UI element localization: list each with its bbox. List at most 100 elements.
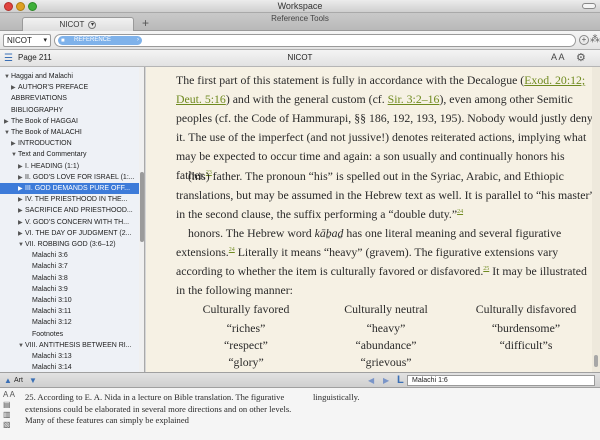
toc-item[interactable]: ▼Text and Commentary xyxy=(0,149,139,160)
chevron-down-icon[interactable]: ▼ xyxy=(29,376,37,385)
scripture-link-sirach[interactable]: Sir. 3:2–16 xyxy=(388,92,440,106)
reference-chip-label: REFERENCE xyxy=(74,37,112,43)
scripture-link-exodus[interactable]: Exod. 20:12; xyxy=(524,73,585,87)
disclosure-open-icon[interactable]: ▼ xyxy=(11,150,18,160)
toc-item[interactable]: ▼VIII. ANTITHESIS BETWEEN RI... xyxy=(0,340,139,351)
gear-icon[interactable]: ⚙ xyxy=(576,51,586,64)
toc-item[interactable]: ▶ II. GOD'S LOVE FOR ISRAEL (1:... xyxy=(0,172,139,183)
scripture-link-deuteronomy[interactable]: Deut. 5:16 xyxy=(176,92,226,106)
toc-item[interactable]: ▶ IV. THE PRIESTHOOD IN THE... xyxy=(0,194,139,205)
toc-item[interactable]: ▼Haggai and Malachi xyxy=(0,71,139,82)
table-cell: “grievous” xyxy=(360,355,412,369)
note-icon[interactable]: ▧ xyxy=(3,420,17,430)
toc-item[interactable]: Malachi 3:10 xyxy=(0,295,139,306)
toc-item[interactable]: ABBREVIATIONS xyxy=(0,93,139,104)
toc-item[interactable]: ▶ AUTHOR'S PREFACE xyxy=(0,82,139,93)
reference-chip[interactable]: ■ REFERENCE › xyxy=(58,36,142,45)
bottom-toolbar: ▲ Art ▼ ◀ ▶ L Malachi 1:6 xyxy=(0,372,600,388)
reference-input[interactable]: ■ REFERENCE › xyxy=(54,34,576,47)
toc-item[interactable]: BIBLIOGRAPHY xyxy=(0,105,139,116)
link-set-icon[interactable]: ⁂ xyxy=(590,34,600,45)
resource-select[interactable]: NICOT ▾ xyxy=(3,34,51,47)
toc-item[interactable]: Malachi 3:9 xyxy=(0,284,139,295)
paragraph-2: (his) father. The pronoun “his” is spell… xyxy=(176,167,596,224)
verse-field[interactable]: Malachi 1:6 xyxy=(407,375,595,386)
toc-item[interactable]: Malachi 3:7 xyxy=(0,261,139,272)
forward-arrow-icon[interactable]: ▶ xyxy=(383,376,389,385)
toc-item-label: Malachi 3:8 xyxy=(32,274,68,282)
toc-item[interactable]: Malachi 3:11 xyxy=(0,306,139,317)
toc-item-label: BIBLIOGRAPHY xyxy=(11,106,64,114)
add-tab-button[interactable]: + xyxy=(142,17,149,29)
disclosure-open-icon[interactable]: ▼ xyxy=(4,128,11,138)
toc-item[interactable]: ▶ III. GOD DEMANDS PURE OFF... xyxy=(0,183,139,194)
toc-item[interactable]: Malachi 3:6 xyxy=(0,250,139,261)
toc-item[interactable]: Malachi 3:14 xyxy=(0,362,139,372)
toc-item[interactable]: Footnotes xyxy=(0,329,139,340)
disclosure-closed-icon[interactable]: ▶ xyxy=(11,83,18,93)
toc-item[interactable]: ▼VII. ROBBING GOD (3:6–12) xyxy=(0,239,139,250)
disclosure-closed-icon[interactable]: ▶ xyxy=(18,173,25,183)
toc-item[interactable]: ▶ V. GOD'S CONCERN WITH TH... xyxy=(0,217,139,228)
font-size-button[interactable]: A A xyxy=(551,52,565,62)
reading-scrollbar[interactable] xyxy=(592,67,600,372)
disclosure-closed-icon[interactable]: ▶ xyxy=(11,139,18,149)
toc-item-label: The Book of MALACHI xyxy=(11,129,82,136)
print-icon[interactable]: ▤ xyxy=(3,400,17,410)
tab-label: NICOT xyxy=(59,20,85,29)
toc-item[interactable]: ▶ INTRODUCTION xyxy=(0,138,139,149)
panel-header: ☰ Page 211 NICOT A A ⚙ xyxy=(0,50,600,67)
disclosure-closed-icon[interactable]: ▶ xyxy=(4,117,11,127)
go-arrow-icon[interactable]: › xyxy=(137,36,139,45)
art-filter-label[interactable]: Art xyxy=(14,377,23,384)
add-reference-button[interactable]: + xyxy=(579,35,589,45)
toc-item-label: Footnotes xyxy=(32,330,64,338)
paragraph-text: honors. The Hebrew word xyxy=(188,226,315,240)
toc-item[interactable]: Malachi 3:13 xyxy=(0,351,139,362)
toc-item[interactable]: Malachi 3:12 xyxy=(0,317,139,328)
reading-pane: The first part of this statement is full… xyxy=(146,67,600,372)
paragraph-text: ) and with the general custom (cf. xyxy=(225,92,388,106)
toc-item-label: VI. THE DAY OF JUDGMENT (2... xyxy=(25,229,132,237)
book-icon: ■ xyxy=(61,38,65,44)
disclosure-open-icon[interactable]: ▼ xyxy=(4,72,11,82)
toc-item-label: VII. ROBBING GOD (3:6–12) xyxy=(25,241,116,248)
toc-item[interactable]: ▶ I. HEADING (1:1) xyxy=(0,161,139,172)
disclosure-closed-icon[interactable]: ▶ xyxy=(18,206,25,216)
toc-item[interactable]: Malachi 3:8 xyxy=(0,273,139,284)
disclosure-closed-icon[interactable]: ▶ xyxy=(18,218,25,228)
chevron-down-icon: ▾ xyxy=(43,37,47,44)
copy-icon[interactable]: ▥ xyxy=(3,410,17,420)
disclosure-closed-icon[interactable]: ▶ xyxy=(18,162,25,172)
toc-item-label: V. GOD'S CONCERN WITH TH... xyxy=(25,218,130,226)
toc-item[interactable]: ▶ VI. THE DAY OF JUDGMENT (2... xyxy=(0,228,139,239)
disclosure-open-icon[interactable]: ▼ xyxy=(18,240,25,250)
sidebar-scroll-thumb[interactable] xyxy=(140,172,144,242)
sidebar-scrollbar[interactable] xyxy=(139,67,144,372)
link-set-icon[interactable]: L xyxy=(397,374,404,386)
chevron-up-icon[interactable]: ▲ xyxy=(4,376,12,385)
toc-item-label: Text and Commentary xyxy=(18,151,87,159)
tab-strip: Reference Tools NICOT ▾ + xyxy=(0,13,600,31)
toc-item-label: SACRIFICE AND PRIESTHOOD... xyxy=(25,207,133,215)
toc-item[interactable]: ▶ SACRIFICE AND PRIESTHOOD... xyxy=(0,205,139,216)
paragraph-3: honors. The Hebrew word kāḇaḏ has one li… xyxy=(176,224,596,300)
disclosure-open-icon[interactable]: ▼ xyxy=(18,341,25,351)
back-arrow-icon[interactable]: ◀ xyxy=(368,376,374,385)
footnote-tools: A A ▤ ▥ ▧ xyxy=(3,390,17,430)
footnote-marker[interactable]: 24 xyxy=(457,209,463,215)
disclosure-closed-icon[interactable]: ▶ xyxy=(18,229,25,239)
table-header: Culturally neutral xyxy=(344,302,428,316)
table-cell: “difficult”s xyxy=(499,338,553,352)
reading-scroll-thumb[interactable] xyxy=(594,355,598,367)
chevron-down-icon[interactable]: ▾ xyxy=(88,20,97,29)
toolbar-toggle-button[interactable] xyxy=(582,3,596,9)
toc-item-label: Malachi 3:14 xyxy=(32,364,72,372)
tab-nicot[interactable]: NICOT ▾ xyxy=(22,17,134,31)
title-bar: Workspace xyxy=(0,0,600,13)
text-size-icon[interactable]: A A xyxy=(3,390,17,400)
disclosure-closed-icon[interactable]: ▶ xyxy=(18,184,25,194)
toc-item[interactable]: ▼The Book of MALACHI xyxy=(0,127,139,138)
disclosure-closed-icon[interactable]: ▶ xyxy=(18,195,25,205)
toc-item[interactable]: ▶ The Book of HAGGAI xyxy=(0,116,139,127)
